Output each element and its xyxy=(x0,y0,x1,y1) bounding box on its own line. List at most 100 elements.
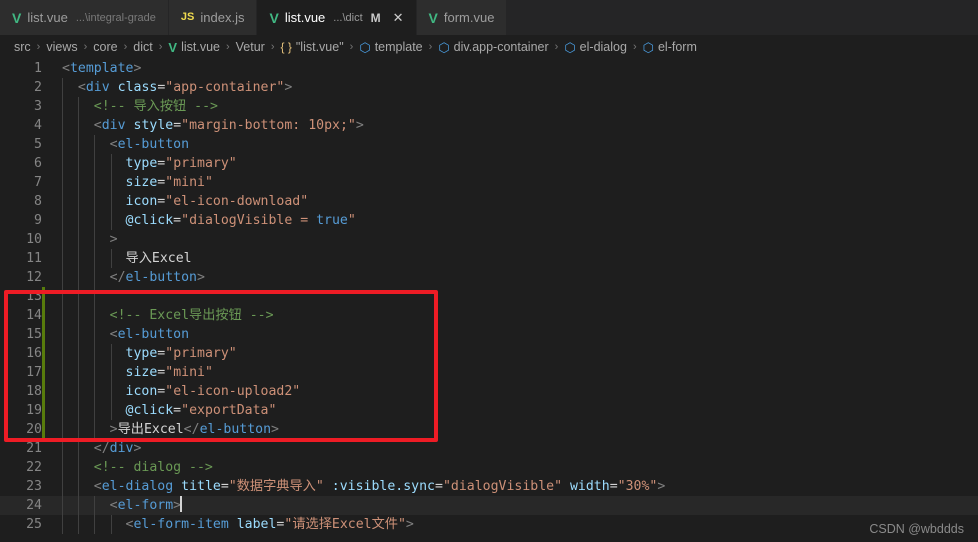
code-line[interactable]: 17 size="mini" xyxy=(0,363,978,382)
line-number: 22 xyxy=(26,460,42,475)
line-number: 5 xyxy=(34,137,42,152)
breadcrumb-item-listvue[interactable]: Vlist.vue xyxy=(168,40,220,54)
code-text: </el-button> xyxy=(62,268,205,287)
close-icon[interactable]: ✕ xyxy=(393,11,404,24)
editor-tab-list-vue-2[interactable]: Vlist.vue ...\dict M ✕ xyxy=(257,0,417,35)
code-text: icon="el-icon-upload2" xyxy=(62,382,301,401)
code-line[interactable]: 4 <div style="margin-bottom: 10px;"> xyxy=(0,116,978,135)
token-eq: = xyxy=(173,118,182,133)
editor-tab-form-vue-3[interactable]: Vform.vue xyxy=(416,0,508,35)
code-line[interactable]: 14 <!-- Excel导出按钮 --> xyxy=(0,306,978,325)
code-line[interactable]: 24 <el-form> xyxy=(0,496,978,515)
code-line[interactable]: 20 >导出Excel</el-button> xyxy=(0,420,978,439)
breadcrumb-item-template[interactable]: ⬡ template xyxy=(359,40,422,54)
code-line[interactable]: 8 icon="el-icon-download" xyxy=(0,192,978,211)
code-line[interactable]: 25 <el-form-item label="请选择Excel文件"> xyxy=(0,515,978,534)
code-editor[interactable]: 1 <template> 2 <div class="app-container">… xyxy=(0,59,978,542)
code-line[interactable]: 22 <!-- dialog --> xyxy=(0,458,978,477)
code-line[interactable]: 23 <el-dialog title="数据字典导入" :visible.sy… xyxy=(0,477,978,496)
token-str: "dialogVisible" xyxy=(442,479,563,494)
code-text: icon="el-icon-download" xyxy=(62,192,309,211)
line-number: 6 xyxy=(34,156,42,171)
git-modified-gutter-marker xyxy=(42,325,45,344)
code-line[interactable]: 12 </el-button> xyxy=(0,268,978,287)
git-modified-gutter-marker xyxy=(42,363,45,382)
tab-label: list.vue xyxy=(27,10,68,25)
code-line[interactable]: 5 <el-button xyxy=(0,135,978,154)
line-number: 10 xyxy=(26,232,42,247)
breadcrumb-label: core xyxy=(93,40,118,54)
breadcrumb-item-listvue[interactable]: { } "list.vue" xyxy=(281,40,344,54)
token-txt: 导入Excel xyxy=(125,251,192,266)
line-number: 3 xyxy=(34,99,42,114)
code-line[interactable]: 9 @click="dialogVisible = true" xyxy=(0,211,978,230)
braces-icon: { } xyxy=(280,40,292,54)
code-line[interactable]: 2 <div class="app-container"> xyxy=(0,78,978,97)
line-number: 20 xyxy=(26,422,42,437)
editor-tab-list-vue-0[interactable]: Vlist.vue ...\integral-grade xyxy=(0,0,169,35)
line-number: 12 xyxy=(26,270,42,285)
token-tag: el-dialog xyxy=(101,479,174,494)
line-number: 18 xyxy=(26,384,42,399)
code-line[interactable]: 13 xyxy=(0,287,978,306)
breadcrumb-item-elform[interactable]: ⬡ el-form xyxy=(643,40,697,54)
code-line[interactable]: 16 type="primary" xyxy=(0,344,978,363)
code-text: <div style="margin-bottom: 10px;"> xyxy=(62,116,364,135)
token-attr: style xyxy=(133,118,174,133)
editor-tab-index-js-1[interactable]: JS index.js xyxy=(168,0,258,35)
breadcrumb-item-dict[interactable]: dict xyxy=(133,40,152,54)
breadcrumb-item-views[interactable]: views xyxy=(46,40,77,54)
code-line[interactable]: 21 </div> xyxy=(0,439,978,458)
text-cursor xyxy=(180,496,183,512)
code-line[interactable]: 15 <el-button xyxy=(0,325,978,344)
breadcrumb-label: "list.vue" xyxy=(295,40,344,54)
line-number: 14 xyxy=(26,308,42,323)
breadcrumb-item-core[interactable]: core xyxy=(93,40,117,54)
code-line[interactable]: 3 <!-- 导入按钮 --> xyxy=(0,97,978,116)
token-punct: > xyxy=(405,517,414,532)
breadcrumb-item-vetur[interactable]: Vetur xyxy=(236,40,265,54)
code-line[interactable]: 1 <template> xyxy=(0,59,978,78)
breadcrumb-label: views xyxy=(46,40,78,54)
token-cmt: <!-- 导入按钮 --> xyxy=(93,99,218,114)
code-line[interactable]: 10 > xyxy=(0,230,978,249)
breadcrumb-separator: › xyxy=(123,41,128,53)
code-text: <el-form-item label="请选择Excel文件"> xyxy=(62,515,414,534)
token-punct: < xyxy=(93,479,102,494)
code-line[interactable]: 18 icon="el-icon-upload2" xyxy=(0,382,978,401)
token-str: "dialogVisible = xyxy=(181,213,317,228)
tab-label: form.vue xyxy=(443,10,495,25)
line-number: 15 xyxy=(26,327,42,342)
code-text: 导入Excel xyxy=(62,249,192,268)
token-tag: template xyxy=(69,61,134,76)
code-line[interactable]: 7 size="mini" xyxy=(0,173,978,192)
token-attr: @click xyxy=(125,403,174,418)
token-str: "primary" xyxy=(165,156,237,171)
code-line[interactable]: 11 导入Excel xyxy=(0,249,978,268)
code-text: <!-- Excel导出按钮 --> xyxy=(62,306,274,325)
code-text: @click="dialogVisible = true" xyxy=(62,211,356,230)
token-str: " xyxy=(347,213,356,228)
breadcrumb-item-src[interactable]: src xyxy=(14,40,31,54)
breadcrumb-item-divappcontainer[interactable]: ⬡ div.app-container xyxy=(438,40,548,54)
code-text: <template> xyxy=(62,59,141,78)
breadcrumb-separator: › xyxy=(83,41,88,53)
token-str: "30%" xyxy=(617,479,658,494)
breadcrumb-item-eldialog[interactable]: ⬡ el-dialog xyxy=(564,40,627,54)
token-attr: size xyxy=(125,365,158,380)
code-text: >导出Excel</el-button> xyxy=(62,420,279,439)
code-line[interactable]: 19 @click="exportData" xyxy=(0,401,978,420)
code-line[interactable]: 6 type="primary" xyxy=(0,154,978,173)
breadcrumb-label: Vetur xyxy=(235,40,265,54)
